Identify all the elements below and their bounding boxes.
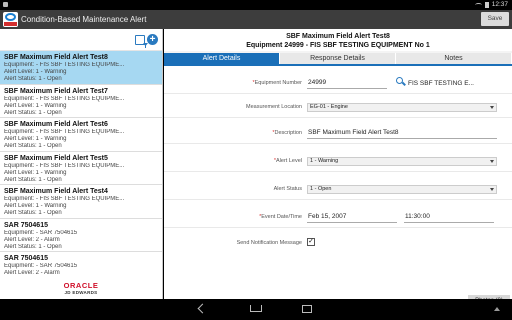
alert-status: Alert Status: 1 - Open: [4, 143, 62, 150]
clock: 12:37: [491, 1, 508, 8]
alert-list-item[interactable]: SBF Maximum Field Alert Test8 Equipment: …: [0, 51, 162, 85]
equipment-label: *Equipment Number: [252, 80, 302, 86]
description-field[interactable]: SBF Maximum Field Alert Test8: [307, 127, 497, 139]
event-time-field[interactable]: 11:30:00: [404, 211, 494, 223]
oracle-product: JD EDWARDS: [64, 290, 98, 295]
alert-level-label: *Alert Level: [273, 158, 302, 164]
save-button[interactable]: Save: [481, 12, 509, 26]
notification-icon: [3, 2, 8, 7]
alert-status: Alert Status: 1 - Open: [4, 243, 62, 250]
chevron-up-icon[interactable]: [494, 307, 500, 311]
send-notification-row: Send Notification Message ✓: [164, 232, 512, 254]
alert-equipment: Equipment: - FIS SBF TESTING EQUIPME...: [4, 129, 125, 135]
alert-level-row: *Alert Level 1 - Warning: [164, 150, 512, 172]
detail-header: SBF Maximum Field Alert Test8 Equipment …: [164, 29, 512, 51]
alert-level: Alert Level: 1 - Warning: [4, 69, 67, 76]
alert-title: SAR 7504615: [4, 255, 48, 262]
alert-level: Alert Level: 1 - Warning: [4, 169, 67, 176]
status-bar: 12:37: [0, 0, 512, 10]
event-datetime-label: *Event Date/Time: [259, 214, 302, 220]
alert-title: SBF Maximum Field Alert Test4: [4, 188, 108, 195]
alert-equipment: Equipment: - FIS SBF TESTING EQUIPME...: [4, 162, 125, 169]
search-icon[interactable]: [396, 77, 403, 84]
measurement-location-select[interactable]: EG-01 - Engine: [307, 103, 497, 112]
recent-apps-icon[interactable]: [302, 305, 312, 313]
tab-response-details[interactable]: Response Details: [280, 53, 396, 64]
app-logo-icon: [3, 12, 18, 27]
oracle-brand: ORACLE: [63, 281, 99, 290]
location-row: Measurement Location EG-01 - Engine: [164, 96, 512, 118]
alert-status-row: Alert Status 1 - Open: [164, 178, 512, 200]
alert-list: SBF Maximum Field Alert Test8 Equipment: …: [0, 51, 162, 286]
alert-details-form: *Equipment Number 24999 FIS SBF TESTING …: [164, 66, 512, 307]
tab-notes[interactable]: Notes: [396, 53, 512, 64]
alert-level: Alert Level: 1 - Warning: [4, 203, 67, 210]
chevron-down-icon: [490, 160, 494, 163]
send-notification-label: Send Notification Message: [236, 240, 302, 246]
chevron-down-icon: [490, 188, 494, 191]
alert-title: SAR 7504615: [4, 221, 48, 229]
alert-level-select[interactable]: 1 - Warning: [307, 157, 497, 166]
alert-status: Alert Status: 1 - Open: [4, 210, 62, 217]
alert-equipment: Equipment: - SAR 7504615: [4, 229, 78, 236]
wifi-icon: [474, 2, 482, 7]
alert-level: Alert Level: 1 - Warning: [4, 102, 67, 109]
list-toolbar: +: [0, 29, 162, 51]
alert-level: Alert Level: 2 - Alarm: [4, 236, 60, 243]
back-icon[interactable]: [197, 303, 208, 314]
oracle-logo: ORACLE JD EDWARDS: [0, 277, 162, 299]
filter-icon[interactable]: [135, 35, 145, 45]
location-value: EG-01 - Engine: [310, 104, 348, 110]
alert-list-item[interactable]: SBF Maximum Field Alert Test7 Equipment: …: [0, 85, 162, 118]
alert-equipment: Equipment: - FIS SBF TESTING EQUIPME...: [4, 196, 125, 202]
location-label: Measurement Location: [246, 104, 302, 110]
alert-list-pane: + SBF Maximum Field Alert Test8 Equipment…: [0, 29, 163, 299]
alert-equipment: Equipment: - SAR 7504615: [4, 263, 78, 269]
alert-list-item[interactable]: SBF Maximum Field Alert Test5 Equipment: …: [0, 152, 162, 185]
app-title-bar: Condition-Based Maintenance Alert Save: [0, 10, 512, 29]
alert-status: Alert Status: 1 - Open: [4, 109, 62, 116]
detail-title: SBF Maximum Field Alert Test8: [286, 33, 390, 40]
alert-equipment: Equipment: - FIS SBF TESTING EQUIPME...: [4, 95, 125, 102]
alert-title: SBF Maximum Field Alert Test6: [4, 121, 108, 128]
event-date-field[interactable]: Feb 15, 2007: [307, 211, 397, 223]
alert-status: Alert Status: 1 - Open: [4, 76, 62, 83]
description-row: *Description SBF Maximum Field Alert Tes…: [164, 122, 512, 144]
send-notification-checkbox[interactable]: ✓: [307, 238, 315, 246]
chevron-down-icon: [490, 106, 494, 109]
alert-list-item[interactable]: SAR 7504615 Equipment: - SAR 7504615 Alert…: [0, 219, 162, 252]
equipment-row: *Equipment Number 24999 FIS SBF TESTING …: [164, 72, 512, 94]
alert-status-select[interactable]: 1 - Open: [307, 185, 497, 194]
app-title: Condition-Based Maintenance Alert: [21, 15, 147, 24]
alert-list-item[interactable]: SBF Maximum Field Alert Test6 Equipment: …: [0, 118, 162, 152]
alert-status-value: 1 - Open: [310, 186, 332, 192]
alert-level: Alert Level: 1 - Warning: [4, 136, 67, 143]
equipment-name: FIS SBF TESTING E...: [408, 80, 474, 87]
battery-icon: [484, 1, 489, 8]
add-icon[interactable]: +: [147, 34, 158, 45]
alert-equipment: Equipment: - FIS SBF TESTING EQUIPME...: [4, 62, 125, 68]
system-nav-bar: [0, 299, 512, 320]
alert-list-item[interactable]: SBF Maximum Field Alert Test4 Equipment: …: [0, 185, 162, 219]
alert-title: SBF Maximum Field Alert Test5: [4, 154, 108, 162]
alert-status-label: Alert Status: [273, 186, 302, 192]
alert-detail-pane: SBF Maximum Field Alert Test8 Equipment …: [164, 29, 512, 307]
home-icon[interactable]: [250, 305, 262, 312]
description-label: *Description: [272, 130, 302, 136]
alert-status: Alert Status: 1 - Open: [4, 176, 62, 183]
detail-tabs: Alert Details Response Details Notes: [164, 53, 512, 64]
event-datetime-row: *Event Date/Time Feb 15, 2007 11:30:00: [164, 206, 512, 228]
detail-subtitle: Equipment 24999 - FIS SBF TESTING EQUIPM…: [246, 42, 430, 49]
equipment-number-field[interactable]: 24999: [307, 77, 387, 89]
alert-title: SBF Maximum Field Alert Test8: [4, 54, 108, 61]
tab-alert-details[interactable]: Alert Details: [164, 53, 280, 64]
alert-title: SBF Maximum Field Alert Test7: [4, 87, 108, 95]
alert-level-value: 1 - Warning: [310, 158, 339, 164]
